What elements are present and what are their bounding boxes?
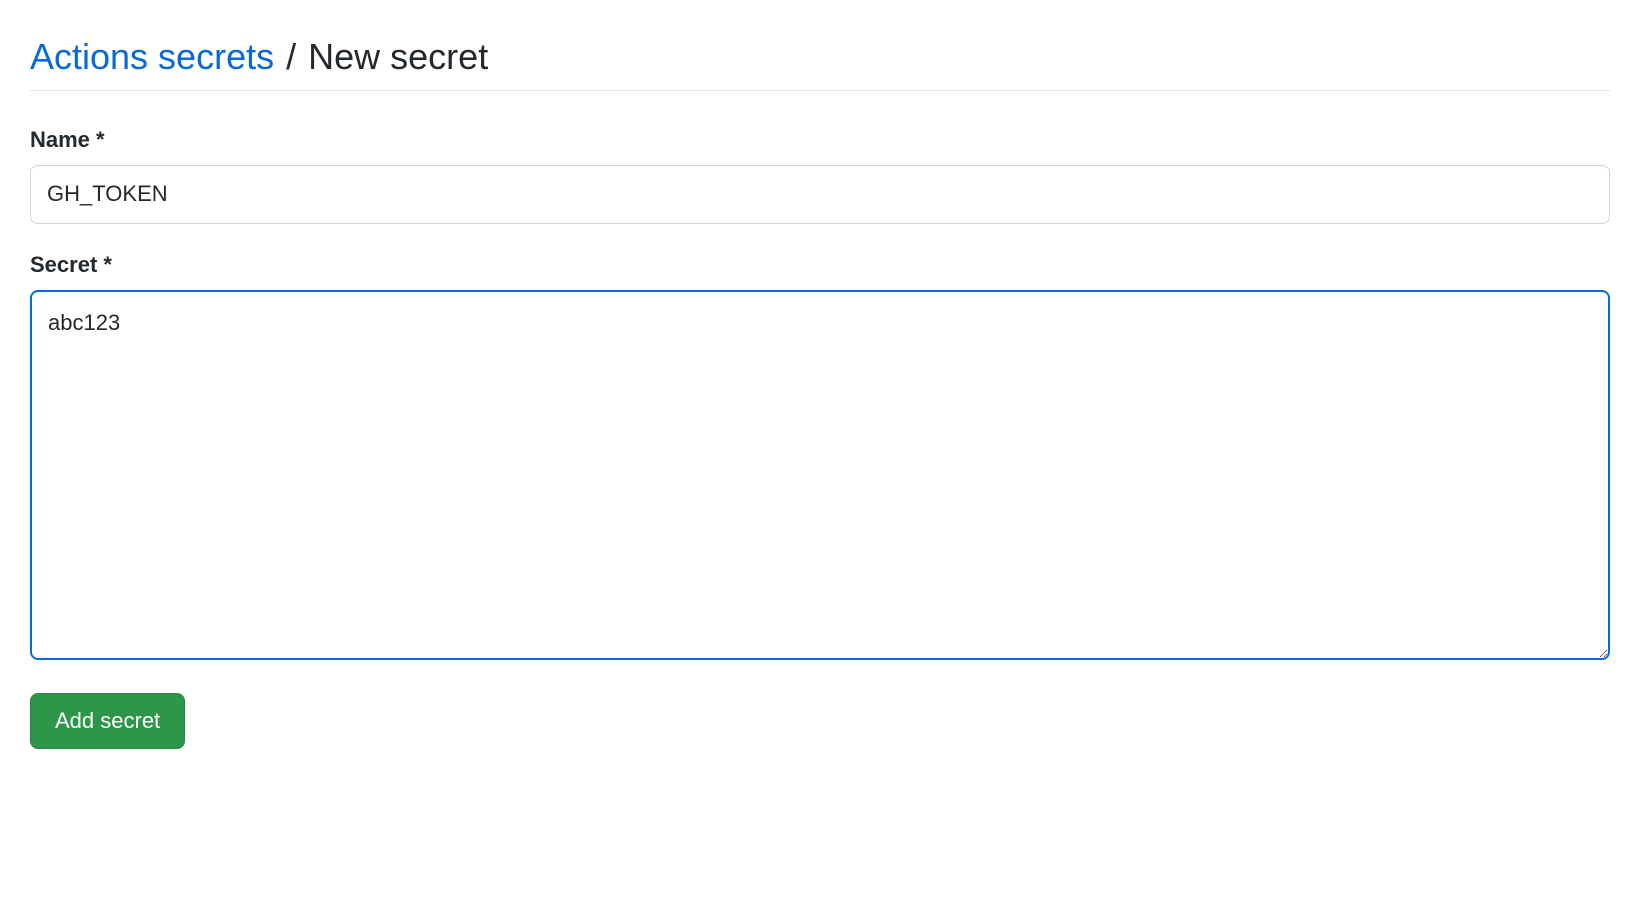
new-secret-form-container: Actions secrets / New secret Name * Secr… xyxy=(30,36,1610,749)
breadcrumb-separator: / xyxy=(286,36,296,77)
secret-textarea[interactable]: abc123 xyxy=(30,290,1610,660)
breadcrumb-current: New secret xyxy=(308,36,488,77)
add-secret-button[interactable]: Add secret xyxy=(30,693,185,749)
secret-label: Secret * xyxy=(30,252,1610,278)
secret-field-group: Secret * abc123 xyxy=(30,252,1610,665)
name-field-group: Name * xyxy=(30,127,1610,224)
name-input[interactable] xyxy=(30,165,1610,224)
breadcrumb-parent-link[interactable]: Actions secrets xyxy=(30,36,274,77)
name-label: Name * xyxy=(30,127,1610,153)
page-heading: Actions secrets / New secret xyxy=(30,36,1610,91)
